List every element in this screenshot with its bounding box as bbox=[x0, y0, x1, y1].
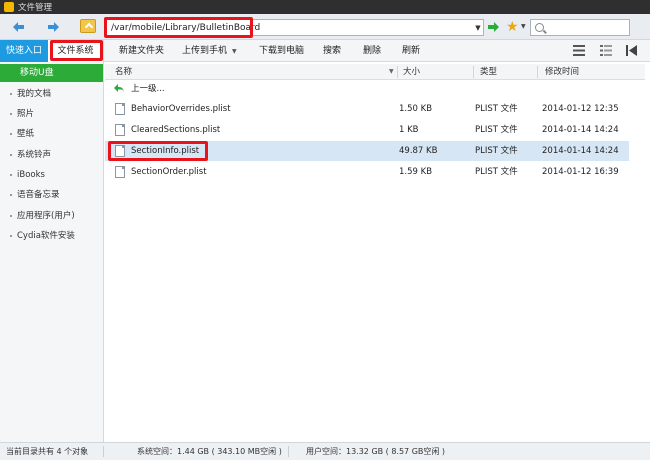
sidebar-item-user-apps[interactable]: 应用程序(用户) bbox=[0, 206, 103, 226]
file-name: BehaviorOverrides.plist bbox=[131, 104, 231, 114]
file-type: PLIST 文件 bbox=[475, 104, 518, 114]
column-header-size[interactable]: 大小 bbox=[403, 64, 420, 80]
sidebar-item-label: 应用程序(用户) bbox=[17, 211, 75, 221]
download-to-pc-button[interactable]: 下载到电脑 bbox=[259, 40, 304, 62]
navigation-bar: /var/mobile/Library/BulletinBoard ▼ ★ ▼ bbox=[0, 14, 650, 40]
sidebar-item-voice-memos[interactable]: 语音备忘录 bbox=[0, 185, 103, 205]
bullet-icon bbox=[10, 112, 12, 115]
app-icon bbox=[4, 2, 14, 12]
plist-file-icon bbox=[115, 166, 125, 178]
file-size: 1 KB bbox=[399, 125, 419, 135]
collapse-panel-icon[interactable] bbox=[626, 45, 638, 56]
detail-view-icon[interactable] bbox=[600, 45, 612, 56]
file-size: 1.50 KB bbox=[399, 104, 433, 114]
sidebar: 移动U盘 我的文档 照片 壁纸 系统铃声 iBooks 语音备忘录 应用程序(用… bbox=[0, 62, 104, 442]
sidebar-item-photos[interactable]: 照片 bbox=[0, 104, 103, 124]
sidebar-item-label: 系统铃声 bbox=[17, 150, 52, 160]
column-header-type[interactable]: 类型 bbox=[480, 64, 497, 80]
sidebar-item-label: Cydia软件安装 bbox=[17, 231, 75, 241]
highlight-path bbox=[104, 17, 253, 38]
sidebar-item-label: 照片 bbox=[17, 109, 35, 119]
upload-dropdown-icon[interactable]: ▼ bbox=[232, 48, 237, 55]
go-arrow-icon[interactable] bbox=[486, 20, 500, 34]
upload-label: 上传到手机 bbox=[182, 46, 228, 56]
delete-button[interactable]: 删除 bbox=[363, 40, 381, 62]
list-header: 名称 ▼ 大小 类型 修改时间 bbox=[105, 64, 645, 80]
sidebar-item-label: 我的文档 bbox=[17, 89, 52, 99]
sidebar-item-label: 语音备忘录 bbox=[17, 190, 60, 200]
file-type: PLIST 文件 bbox=[475, 125, 518, 135]
sidebar-item-usb[interactable]: 移动U盘 bbox=[0, 64, 103, 82]
folder-up-icon[interactable] bbox=[80, 19, 96, 33]
bullet-icon bbox=[10, 234, 12, 237]
column-divider[interactable] bbox=[397, 66, 398, 78]
favorites-dropdown-icon[interactable]: ▼ bbox=[521, 23, 526, 30]
highlight-section-info bbox=[108, 141, 208, 161]
highlight-file-system-tab bbox=[50, 40, 103, 61]
column-divider[interactable] bbox=[473, 66, 474, 78]
path-dropdown-icon[interactable]: ▼ bbox=[473, 24, 483, 32]
status-divider bbox=[103, 446, 104, 457]
sidebar-item-cydia[interactable]: Cydia软件安装 bbox=[0, 226, 103, 246]
column-header-name[interactable]: 名称 bbox=[115, 64, 132, 80]
bullet-icon bbox=[10, 92, 12, 95]
back-arrow-icon[interactable] bbox=[12, 20, 26, 34]
file-name: SectionOrder.plist bbox=[131, 167, 207, 177]
plist-file-icon bbox=[115, 124, 125, 136]
file-modified: 2014-01-12 12:35 bbox=[542, 104, 619, 114]
sidebar-item-label: iBooks bbox=[17, 170, 45, 180]
upload-to-phone-button[interactable]: 上传到手机 ▼ bbox=[182, 40, 237, 62]
column-divider[interactable] bbox=[537, 66, 538, 78]
bullet-icon bbox=[10, 214, 12, 217]
sidebar-item-documents[interactable]: 我的文档 bbox=[0, 84, 103, 104]
window-title: 文件管理 bbox=[18, 3, 53, 13]
sidebar-item-ringtones[interactable]: 系统铃声 bbox=[0, 145, 103, 165]
object-count: 当前目录共有 4 个对象 bbox=[6, 447, 89, 456]
new-folder-button[interactable]: 新建文件夹 bbox=[119, 40, 164, 62]
table-row[interactable]: ClearedSections.plist 1 KB PLIST 文件 2014… bbox=[105, 120, 629, 140]
search-icon bbox=[535, 23, 544, 32]
sidebar-item-wallpaper[interactable]: 壁纸 bbox=[0, 124, 103, 144]
plist-file-icon bbox=[115, 103, 125, 115]
sidebar-item-label: 壁纸 bbox=[17, 129, 35, 139]
forward-arrow-icon[interactable] bbox=[46, 20, 60, 34]
up-level-label: 上一级... bbox=[131, 84, 165, 94]
file-type: PLIST 文件 bbox=[475, 167, 518, 177]
sort-icon[interactable]: ▼ bbox=[389, 64, 394, 80]
table-row[interactable]: BehaviorOverrides.plist 1.50 KB PLIST 文件… bbox=[105, 99, 629, 119]
title-bar: 文件管理 bbox=[0, 0, 650, 14]
bullet-icon bbox=[10, 153, 12, 156]
search-button[interactable]: 搜索 bbox=[323, 40, 341, 62]
file-size: 49.87 KB bbox=[399, 146, 438, 156]
refresh-button[interactable]: 刷新 bbox=[402, 40, 420, 62]
file-modified: 2014-01-12 16:39 bbox=[542, 167, 619, 177]
bullet-icon bbox=[10, 132, 12, 135]
column-header-modified[interactable]: 修改时间 bbox=[545, 64, 579, 80]
status-divider bbox=[288, 446, 289, 457]
tab-quick-access[interactable]: 快速入口 bbox=[0, 40, 48, 62]
list-view-icon[interactable] bbox=[573, 45, 585, 56]
file-modified: 2014-01-14 14:24 bbox=[542, 146, 619, 156]
bullet-icon bbox=[10, 173, 12, 176]
user-space: 用户空间：13.32 GB ( 8.57 GB空闲 ) bbox=[306, 447, 446, 456]
up-level-icon bbox=[113, 83, 125, 95]
file-size: 1.59 KB bbox=[399, 167, 433, 177]
file-list: 名称 ▼ 大小 类型 修改时间 上一级... BehaviorOverrides… bbox=[105, 62, 650, 442]
sidebar-item-ibooks[interactable]: iBooks bbox=[0, 165, 103, 185]
bullet-icon bbox=[10, 193, 12, 196]
parent-folder-row[interactable]: 上一级... bbox=[105, 79, 629, 99]
search-input[interactable] bbox=[547, 21, 627, 34]
search-box[interactable] bbox=[530, 19, 630, 36]
system-space: 系统空间：1.44 GB ( 343.10 MB空闲 ) bbox=[137, 447, 282, 456]
file-type: PLIST 文件 bbox=[475, 146, 518, 156]
file-name: ClearedSections.plist bbox=[131, 125, 221, 135]
status-bar: 当前目录共有 4 个对象 系统空间：1.44 GB ( 343.10 MB空闲 … bbox=[0, 442, 650, 460]
table-row[interactable]: SectionOrder.plist 1.59 KB PLIST 文件 2014… bbox=[105, 162, 629, 182]
file-modified: 2014-01-14 14:24 bbox=[542, 125, 619, 135]
